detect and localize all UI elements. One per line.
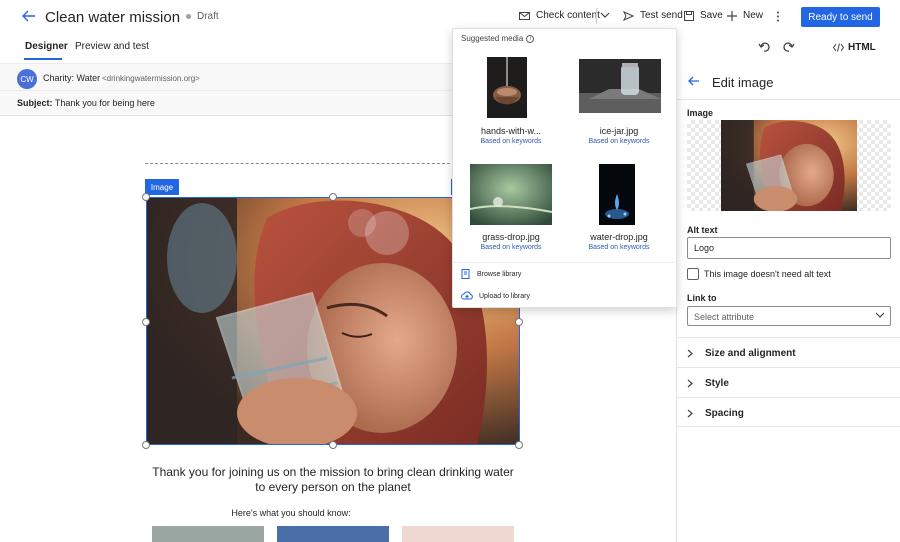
html-button[interactable]: HTML	[833, 42, 876, 53]
send-icon	[623, 10, 634, 21]
content-thumbnail-1[interactable]	[152, 526, 264, 542]
active-tab-indicator	[24, 58, 62, 60]
upload-to-library-link[interactable]: Upload to library	[461, 291, 530, 301]
panel-header: Edit image	[677, 62, 900, 100]
alt-text-label: Alt text	[687, 225, 718, 235]
resize-handle-top-left[interactable]	[142, 193, 150, 201]
status-dot-icon	[186, 14, 191, 19]
media-name: water-drop.jpg	[590, 232, 648, 242]
spacing-section[interactable]: Spacing	[677, 397, 900, 427]
status-badge: Draft	[186, 11, 219, 22]
back-arrow-icon[interactable]	[22, 9, 36, 23]
more-options-icon[interactable]	[776, 11, 780, 22]
edit-image-panel: Edit image Image Alt text Logo This imag…	[676, 62, 900, 542]
new-label: New	[743, 10, 764, 21]
browse-library-link[interactable]: Browse library	[461, 269, 521, 279]
resize-handle-bottom[interactable]	[329, 441, 337, 449]
chevron-right-icon	[687, 379, 693, 388]
media-source: Based on keywords	[588, 244, 650, 251]
alt-text-input[interactable]: Logo	[687, 237, 891, 259]
resize-handle-top[interactable]	[329, 193, 337, 201]
check-content-label: Check content	[536, 10, 600, 21]
link-to-placeholder: Select attribute	[694, 312, 755, 322]
resize-handle-left[interactable]	[142, 318, 150, 326]
tab-preview-and-test[interactable]: Preview and test	[75, 41, 149, 52]
no-alt-text-checkbox[interactable]	[687, 268, 699, 280]
check-content-dropdown-icon[interactable]	[600, 12, 610, 19]
media-thumbnail	[599, 164, 635, 225]
upload-to-library-label: Upload to library	[479, 292, 530, 300]
chevron-down-icon	[875, 312, 885, 319]
know-text[interactable]: Here's what you should know:	[146, 508, 436, 518]
chevron-right-icon	[687, 409, 693, 418]
ready-to-send-button[interactable]: Ready to send	[801, 7, 880, 27]
code-icon	[833, 43, 844, 52]
style-label: Style	[705, 378, 729, 389]
media-source: Based on keywords	[588, 138, 650, 145]
media-source: Based on keywords	[480, 138, 542, 145]
redo-icon[interactable]	[783, 41, 795, 53]
suggested-media-label: Suggested media	[461, 34, 524, 43]
info-icon[interactable]: i	[526, 34, 535, 43]
media-name: hands-with-w...	[480, 126, 542, 136]
subject-text: Thank you for being here	[54, 98, 155, 108]
section-outline	[145, 163, 455, 164]
media-thumbnail	[487, 57, 527, 118]
no-alt-text-label: This image doesn't need alt text	[704, 269, 831, 279]
library-icon	[461, 269, 470, 279]
test-send-button[interactable]: Test send	[623, 10, 683, 21]
media-name: ice-jar.jpg	[599, 126, 639, 136]
undo-icon[interactable]	[758, 41, 770, 53]
content-thumbnail-3[interactable]	[402, 526, 514, 542]
image-preview-thumbnail	[721, 120, 857, 211]
cloud-upload-icon	[461, 291, 473, 300]
media-source: Based on keywords	[480, 244, 542, 251]
top-bar: Clean water mission Draft Check content …	[0, 0, 900, 34]
chevron-right-icon	[687, 349, 693, 358]
plus-icon	[727, 10, 737, 21]
subject-label: Subject:	[17, 98, 53, 108]
spacing-label: Spacing	[705, 408, 744, 419]
toolbar-divider	[596, 8, 597, 24]
no-alt-text-option[interactable]: This image doesn't need alt text	[687, 268, 831, 280]
resize-handle-right[interactable]	[515, 318, 523, 326]
resize-handle-bottom-right[interactable]	[515, 441, 523, 449]
size-and-alignment-section[interactable]: Size and alignment	[677, 337, 900, 367]
panel-title: Edit image	[712, 75, 774, 90]
suggested-media-title: Suggested media i	[461, 34, 535, 43]
image-preview[interactable]	[687, 120, 891, 211]
panel-back-arrow-icon[interactable]	[688, 76, 700, 86]
style-section[interactable]: Style	[677, 367, 900, 397]
image-block-tag: Image	[145, 179, 179, 195]
editor-toolbar: HTML	[677, 34, 900, 62]
save-label: Save	[700, 10, 723, 21]
suggested-media-popup: Suggested media i hands-with-w... Based …	[452, 28, 677, 308]
mail-check-icon	[519, 11, 530, 20]
subject-line: Subject: Thank you for being here	[17, 98, 155, 108]
popup-divider	[453, 262, 676, 263]
save-icon	[684, 10, 694, 21]
media-thumbnail	[579, 59, 661, 113]
avatar: CW	[17, 69, 37, 89]
size-and-alignment-label: Size and alignment	[705, 348, 796, 359]
page-title: Clean water mission	[45, 9, 181, 26]
resize-handle-bottom-left[interactable]	[142, 441, 150, 449]
sender-email: <drinkingwatermission.org>	[102, 74, 200, 83]
media-thumbnail	[470, 164, 552, 225]
link-to-select[interactable]: Select attribute	[687, 306, 891, 326]
browse-library-label: Browse library	[477, 270, 522, 278]
html-label: HTML	[848, 42, 876, 53]
test-send-label: Test send	[640, 10, 683, 21]
sender-name: Charity: Water	[43, 73, 101, 83]
body-text[interactable]: Thank you for joining us on the mission …	[146, 465, 520, 495]
media-name: grass-drop.jpg	[482, 232, 540, 242]
content-thumbnail-2[interactable]	[277, 526, 389, 542]
new-button[interactable]: New	[727, 10, 763, 21]
image-label: Image	[687, 108, 714, 118]
status-text: Draft	[197, 11, 219, 22]
link-to-label: Link to	[687, 293, 717, 303]
save-button[interactable]: Save	[684, 10, 723, 21]
check-content-button[interactable]: Check content	[519, 10, 600, 21]
tab-designer[interactable]: Designer	[25, 41, 68, 52]
